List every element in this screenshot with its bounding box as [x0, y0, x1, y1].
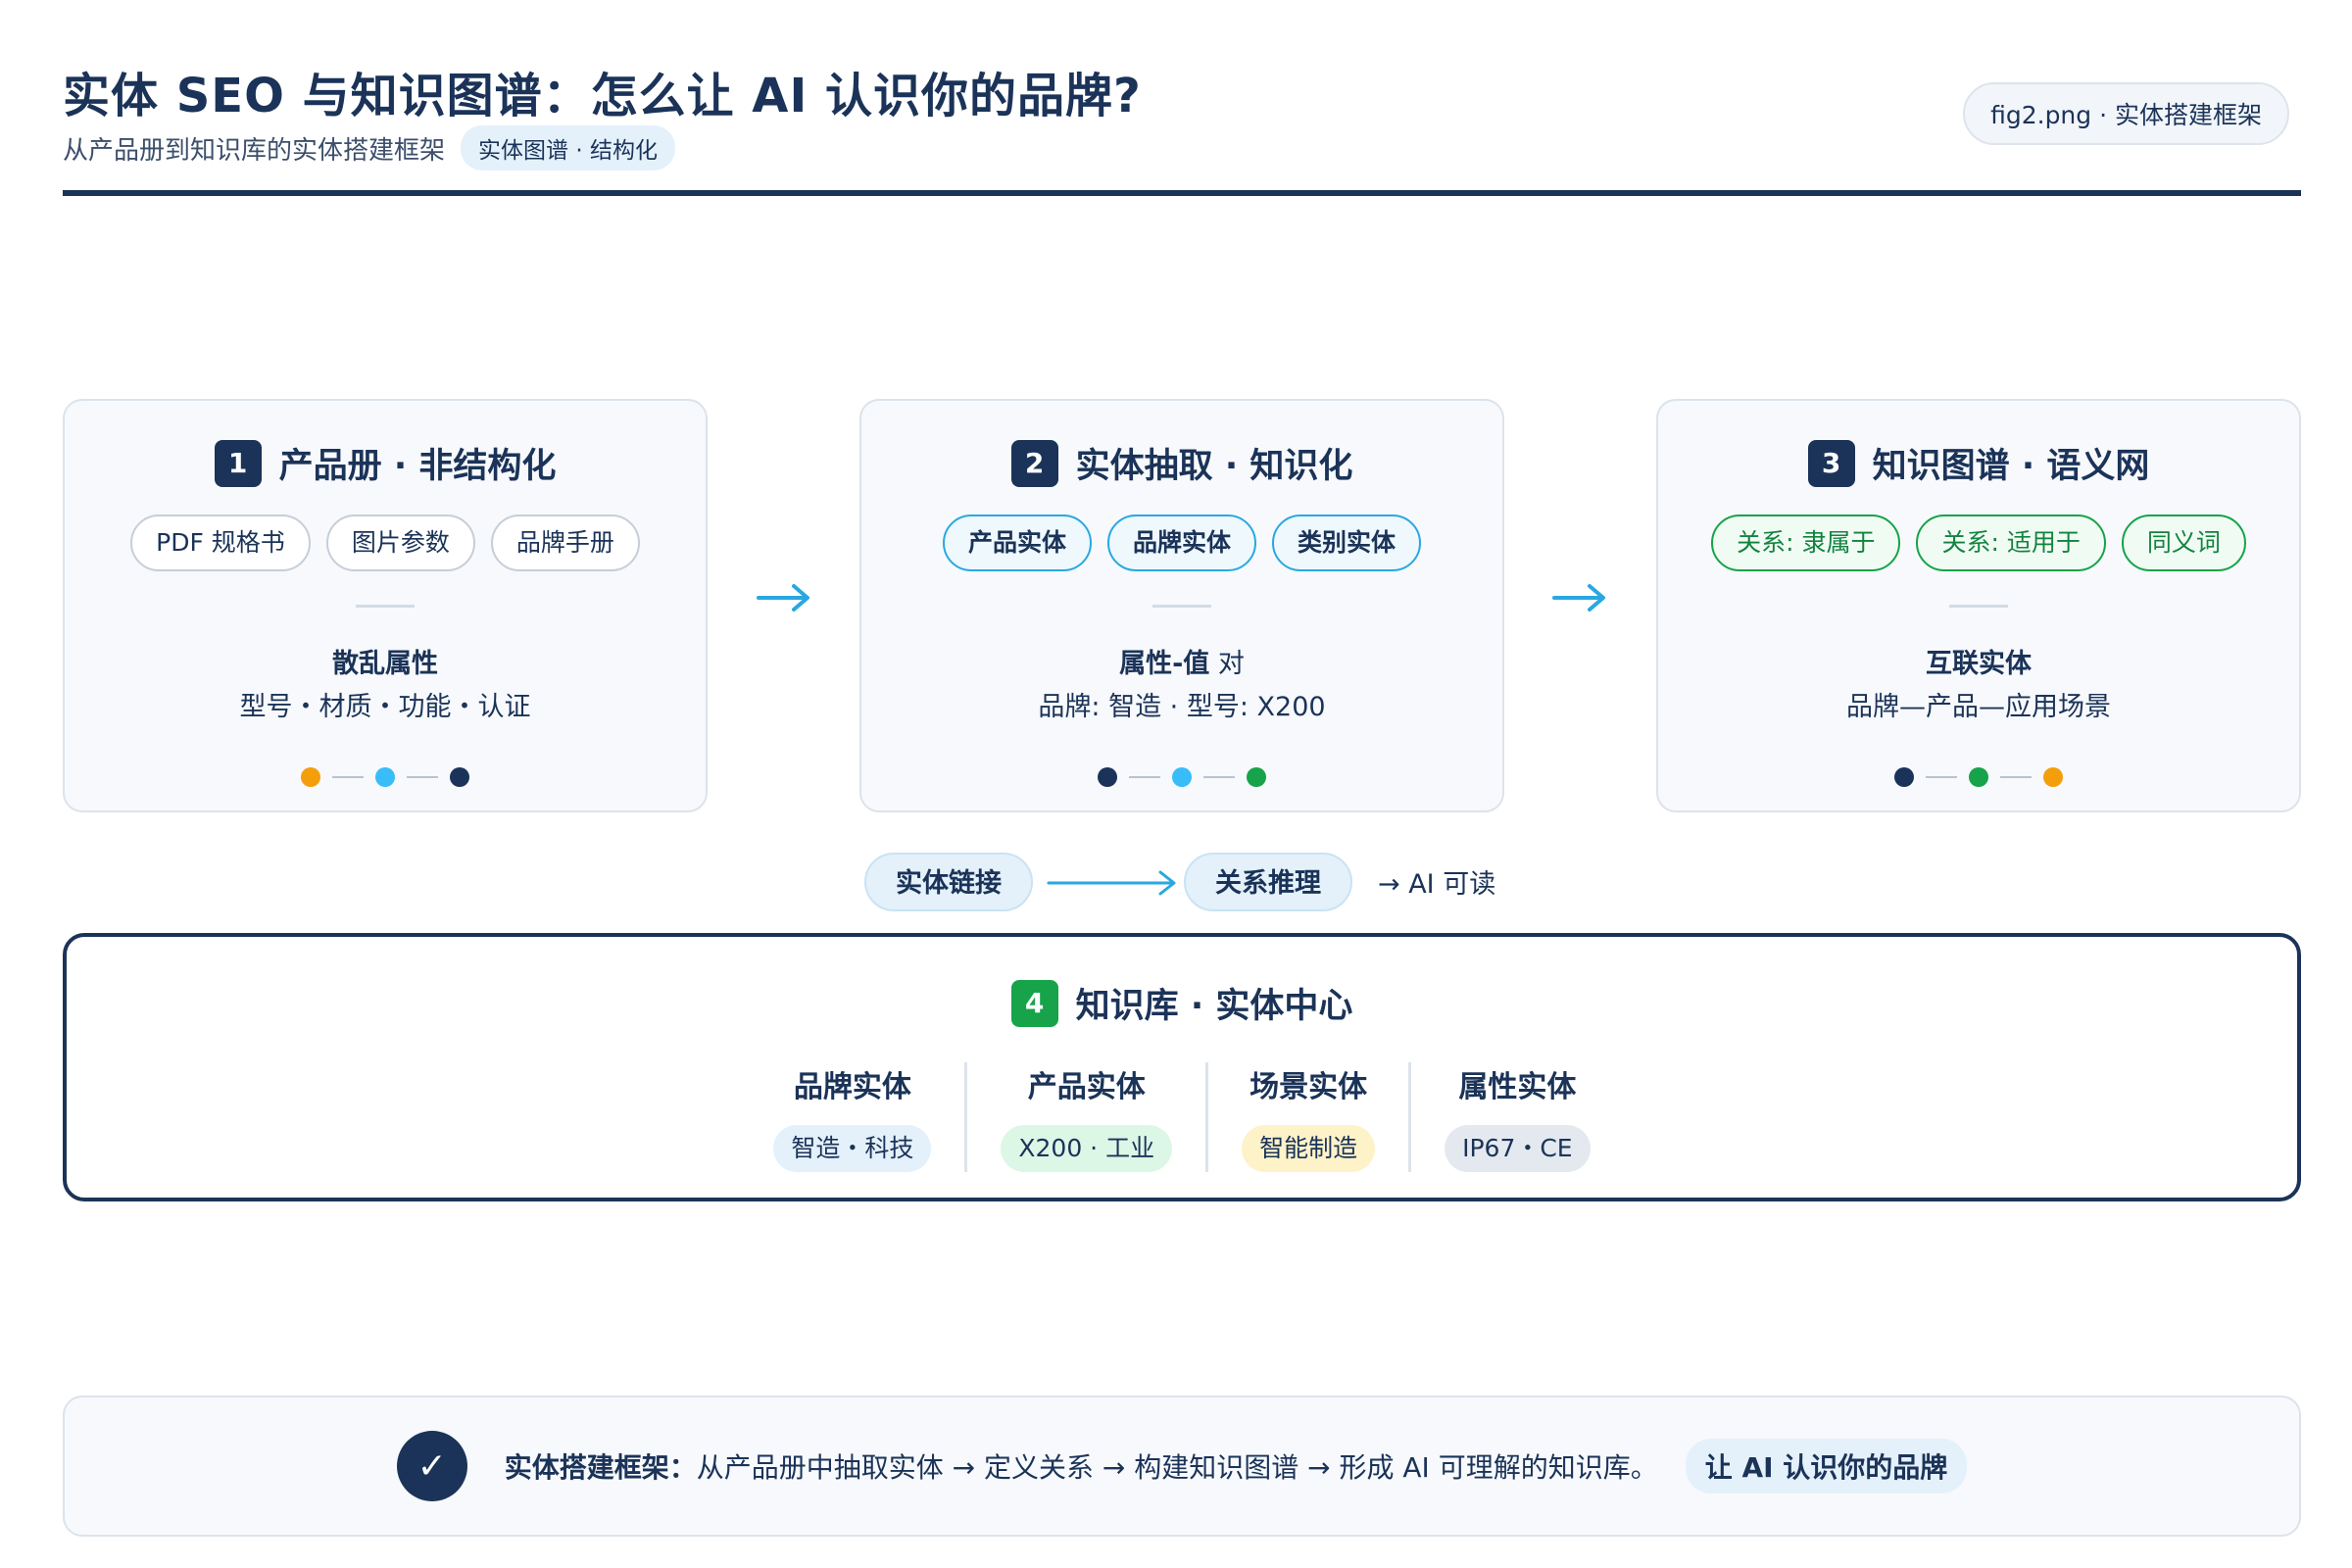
kb-column-tag: IP67・CE	[1445, 1125, 1591, 1172]
dot-connector	[1926, 776, 1957, 778]
step-chips: PDF 规格书 图片参数 品牌手册	[65, 514, 706, 571]
kb-column-attribute: 属性实体 IP67・CE	[1408, 1062, 1624, 1172]
step-card-header: 1 产品册 · 非结构化	[65, 438, 706, 488]
kb-column-tag: X200 · 工业	[1001, 1125, 1173, 1172]
step-dots	[861, 767, 1502, 787]
chip-image-params: 图片参数	[325, 514, 475, 571]
status-dot	[450, 767, 469, 787]
kb-column-brand: 品牌实体 智造・科技	[740, 1062, 964, 1172]
summary-content: ✓ 实体搭建框架： 从产品册中抽取实体 → 定义关系 → 构建知识图谱 → 形成…	[65, 1397, 2299, 1535]
step-description: 型号・材质・功能・认证	[239, 692, 531, 722]
chip-relation-applies: 关系: 适用于	[1916, 514, 2106, 571]
summary-panel: ✓ 实体搭建框架： 从产品册中抽取实体 → 定义关系 → 构建知识图谱 → 形成…	[63, 1396, 2301, 1537]
kb-column-name: 品牌实体	[793, 1070, 911, 1104]
chip-product-entity: 产品实体	[942, 514, 1092, 571]
header-divider	[63, 190, 2301, 196]
step-subtitle: 属性-值 对	[861, 642, 1502, 680]
chip-relation-belongs: 关系: 隶属于	[1711, 514, 1901, 571]
kb-columns: 品牌实体 智造・科技 产品实体 X200 · 工业 场景实体 智能制造 属性实体…	[67, 1062, 2297, 1172]
summary-text: 从产品册中抽取实体 → 定义关系 → 构建知识图谱 → 形成 AI 可理解的知识…	[696, 1451, 1658, 1484]
step-title: 实体抽取 · 知识化	[1075, 447, 1353, 486]
page-title: 实体 SEO 与知识图谱：怎么让 AI 认识你的品牌?	[63, 69, 1142, 123]
step-description: 品牌—产品—应用场景	[1846, 692, 2111, 722]
subtitle-tag: 实体图谱 · 结构化	[461, 125, 675, 171]
card-divider	[1949, 605, 2008, 608]
step-subtitle-strong: 属性-值	[1119, 649, 1210, 679]
step-title: 知识图谱 · 语义网	[1872, 447, 2150, 486]
dot-connector	[407, 776, 438, 778]
chip-synonym: 同义词	[2121, 514, 2246, 571]
relation-reasoning-pill: 关系推理	[1184, 853, 1352, 911]
chip-pdf-spec: PDF 规格书	[130, 514, 311, 571]
kb-title: 知识库 · 实体中心	[1075, 987, 1353, 1026]
step-number-badge: 4	[1010, 979, 1058, 1027]
kb-column-tag: 智能制造	[1242, 1125, 1376, 1172]
kb-header: 4 知识库 · 实体中心	[67, 978, 2297, 1028]
kb-column-name: 属性实体	[1458, 1070, 1577, 1104]
step-title: 产品册 · 非结构化	[278, 447, 557, 486]
subtitle-row: 从产品册到知识库的实体搭建框架 实体图谱 · 结构化	[63, 125, 675, 171]
dot-connector	[1203, 776, 1235, 778]
step-subtitle: 散乱属性	[65, 642, 706, 680]
step-card-header: 3 知识图谱 · 语义网	[1658, 438, 2299, 488]
chip-brand-manual: 品牌手册	[490, 514, 640, 571]
arrow-right-icon	[757, 584, 809, 612]
card-divider	[1152, 605, 1211, 608]
step-card-2: 2 实体抽取 · 知识化 产品实体 品牌实体 类别实体 属性-值 对 品牌: 智…	[859, 399, 1504, 812]
status-dot	[1894, 767, 1914, 787]
checkmark-icon: ✓	[396, 1431, 467, 1501]
step-card-header: 2 实体抽取 · 知识化	[861, 438, 1502, 488]
step-subtitle: 互联实体	[1658, 642, 2299, 680]
dot-connector	[2000, 776, 2032, 778]
step-subtitle-strong: 互联实体	[1926, 649, 2032, 679]
ai-readable-label: → AI 可读	[1378, 869, 1496, 900]
long-arrow-icon	[1047, 870, 1176, 896]
status-dot	[1969, 767, 1988, 787]
kb-column-name: 产品实体	[1027, 1070, 1146, 1104]
status-dot	[1247, 767, 1266, 787]
status-dot	[1172, 767, 1192, 787]
chip-category-entity: 类别实体	[1272, 514, 1422, 571]
step-chips: 关系: 隶属于 关系: 适用于 同义词	[1658, 514, 2299, 571]
dot-connector	[332, 776, 364, 778]
step-number-badge: 3	[1807, 439, 1855, 487]
page-subtitle: 从产品册到知识库的实体搭建框架	[63, 135, 446, 166]
kb-column-tag: 智造・科技	[773, 1125, 932, 1172]
status-dot	[1098, 767, 1117, 787]
dot-connector	[1129, 776, 1160, 778]
step-card-3: 3 知识图谱 · 语义网 关系: 隶属于 关系: 适用于 同义词 互联实体 品牌…	[1656, 399, 2301, 812]
step-chips: 产品实体 品牌实体 类别实体	[861, 514, 1502, 571]
step-number-badge: 1	[214, 439, 262, 487]
file-label-pill: fig2.png · 实体搭建框架	[1963, 82, 2289, 145]
chip-brand-entity: 品牌实体	[1106, 514, 1256, 571]
step-subtitle-extra: 对	[1209, 649, 1245, 679]
step-description: 品牌: 智造 · 型号: X200	[1038, 692, 1326, 722]
status-dot	[2043, 767, 2063, 787]
knowledge-base-panel: 4 知识库 · 实体中心 品牌实体 智造・科技 产品实体 X200 · 工业 场…	[63, 933, 2301, 1201]
arrow-right-icon	[1552, 584, 1605, 612]
card-divider	[356, 605, 415, 608]
step-subtitle-strong: 散乱属性	[332, 649, 438, 679]
summary-label: 实体搭建框架：	[504, 1451, 697, 1484]
status-dot	[301, 767, 320, 787]
step-dots	[1658, 767, 2299, 787]
entity-linking-pill: 实体链接	[864, 853, 1033, 911]
summary-highlight: 让 AI 认识你的品牌	[1685, 1439, 1968, 1494]
kb-column-product: 产品实体 X200 · 工业	[964, 1062, 1205, 1172]
kb-column-scene: 场景实体 智能制造	[1205, 1062, 1408, 1172]
status-dot	[375, 767, 395, 787]
kb-column-name: 场景实体	[1250, 1070, 1368, 1104]
step-number-badge: 2	[1010, 439, 1058, 487]
step-card-1: 1 产品册 · 非结构化 PDF 规格书 图片参数 品牌手册 散乱属性 型号・材…	[63, 399, 708, 812]
step-dots	[65, 767, 706, 787]
